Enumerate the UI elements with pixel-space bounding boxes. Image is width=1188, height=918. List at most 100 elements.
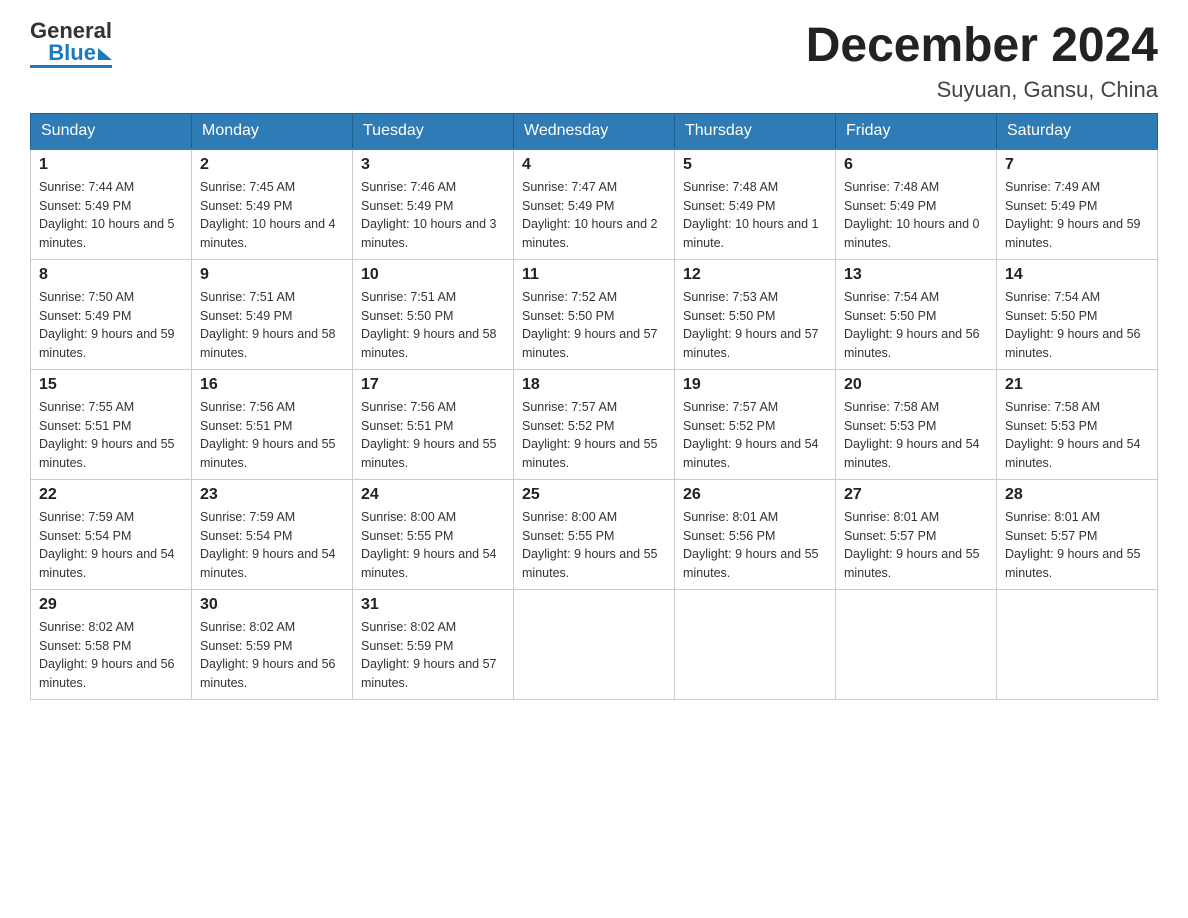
day-info: Sunrise: 7:51 AMSunset: 5:50 PMDaylight:… bbox=[361, 290, 497, 360]
calendar-table: SundayMondayTuesdayWednesdayThursdayFrid… bbox=[30, 113, 1158, 700]
calendar-week-3: 15 Sunrise: 7:55 AMSunset: 5:51 PMDaylig… bbox=[31, 369, 1158, 479]
day-number: 15 bbox=[39, 376, 183, 394]
calendar-week-2: 8 Sunrise: 7:50 AMSunset: 5:49 PMDayligh… bbox=[31, 259, 1158, 369]
day-number: 19 bbox=[683, 376, 827, 394]
day-info: Sunrise: 7:53 AMSunset: 5:50 PMDaylight:… bbox=[683, 290, 819, 360]
day-number: 30 bbox=[200, 596, 344, 614]
calendar-cell: 10 Sunrise: 7:51 AMSunset: 5:50 PMDaylig… bbox=[353, 259, 514, 369]
calendar-cell: 9 Sunrise: 7:51 AMSunset: 5:49 PMDayligh… bbox=[192, 259, 353, 369]
day-info: Sunrise: 8:02 AMSunset: 5:58 PMDaylight:… bbox=[39, 620, 175, 690]
calendar-cell: 12 Sunrise: 7:53 AMSunset: 5:50 PMDaylig… bbox=[675, 259, 836, 369]
calendar-cell: 21 Sunrise: 7:58 AMSunset: 5:53 PMDaylig… bbox=[997, 369, 1158, 479]
day-info: Sunrise: 7:55 AMSunset: 5:51 PMDaylight:… bbox=[39, 400, 175, 470]
day-number: 1 bbox=[39, 156, 183, 174]
day-number: 20 bbox=[844, 376, 988, 394]
calendar-cell: 6 Sunrise: 7:48 AMSunset: 5:49 PMDayligh… bbox=[836, 149, 997, 260]
day-info: Sunrise: 7:59 AMSunset: 5:54 PMDaylight:… bbox=[39, 510, 175, 580]
calendar-cell: 7 Sunrise: 7:49 AMSunset: 5:49 PMDayligh… bbox=[997, 149, 1158, 260]
day-number: 9 bbox=[200, 266, 344, 284]
page-header: General Blue December 2024 Suyuan, Gansu… bbox=[30, 20, 1158, 103]
day-number: 25 bbox=[522, 486, 666, 504]
day-info: Sunrise: 7:51 AMSunset: 5:49 PMDaylight:… bbox=[200, 290, 336, 360]
calendar-cell bbox=[675, 589, 836, 699]
day-info: Sunrise: 7:58 AMSunset: 5:53 PMDaylight:… bbox=[1005, 400, 1141, 470]
day-number: 27 bbox=[844, 486, 988, 504]
day-info: Sunrise: 7:48 AMSunset: 5:49 PMDaylight:… bbox=[844, 180, 980, 250]
calendar-cell: 26 Sunrise: 8:01 AMSunset: 5:56 PMDaylig… bbox=[675, 479, 836, 589]
page-subtitle: Suyuan, Gansu, China bbox=[806, 77, 1158, 103]
title-block: December 2024 Suyuan, Gansu, China bbox=[806, 20, 1158, 103]
calendar-cell: 18 Sunrise: 7:57 AMSunset: 5:52 PMDaylig… bbox=[514, 369, 675, 479]
calendar-cell: 8 Sunrise: 7:50 AMSunset: 5:49 PMDayligh… bbox=[31, 259, 192, 369]
calendar-cell: 17 Sunrise: 7:56 AMSunset: 5:51 PMDaylig… bbox=[353, 369, 514, 479]
calendar-header: SundayMondayTuesdayWednesdayThursdayFrid… bbox=[31, 113, 1158, 149]
calendar-cell: 28 Sunrise: 8:01 AMSunset: 5:57 PMDaylig… bbox=[997, 479, 1158, 589]
day-info: Sunrise: 7:50 AMSunset: 5:49 PMDaylight:… bbox=[39, 290, 175, 360]
day-number: 7 bbox=[1005, 156, 1149, 174]
day-number: 24 bbox=[361, 486, 505, 504]
day-info: Sunrise: 8:00 AMSunset: 5:55 PMDaylight:… bbox=[522, 510, 658, 580]
calendar-cell bbox=[514, 589, 675, 699]
day-info: Sunrise: 7:54 AMSunset: 5:50 PMDaylight:… bbox=[1005, 290, 1141, 360]
calendar-body: 1 Sunrise: 7:44 AMSunset: 5:49 PMDayligh… bbox=[31, 149, 1158, 700]
day-number: 10 bbox=[361, 266, 505, 284]
calendar-cell: 25 Sunrise: 8:00 AMSunset: 5:55 PMDaylig… bbox=[514, 479, 675, 589]
weekday-header-row: SundayMondayTuesdayWednesdayThursdayFrid… bbox=[31, 113, 1158, 149]
day-info: Sunrise: 7:47 AMSunset: 5:49 PMDaylight:… bbox=[522, 180, 658, 250]
weekday-header-monday: Monday bbox=[192, 113, 353, 149]
day-number: 12 bbox=[683, 266, 827, 284]
day-number: 26 bbox=[683, 486, 827, 504]
calendar-cell: 31 Sunrise: 8:02 AMSunset: 5:59 PMDaylig… bbox=[353, 589, 514, 699]
weekday-header-friday: Friday bbox=[836, 113, 997, 149]
day-info: Sunrise: 8:00 AMSunset: 5:55 PMDaylight:… bbox=[361, 510, 497, 580]
calendar-cell: 5 Sunrise: 7:48 AMSunset: 5:49 PMDayligh… bbox=[675, 149, 836, 260]
day-info: Sunrise: 8:01 AMSunset: 5:57 PMDaylight:… bbox=[1005, 510, 1141, 580]
weekday-header-tuesday: Tuesday bbox=[353, 113, 514, 149]
calendar-week-1: 1 Sunrise: 7:44 AMSunset: 5:49 PMDayligh… bbox=[31, 149, 1158, 260]
day-info: Sunrise: 7:45 AMSunset: 5:49 PMDaylight:… bbox=[200, 180, 336, 250]
day-number: 22 bbox=[39, 486, 183, 504]
calendar-week-5: 29 Sunrise: 8:02 AMSunset: 5:58 PMDaylig… bbox=[31, 589, 1158, 699]
day-number: 23 bbox=[200, 486, 344, 504]
weekday-header-wednesday: Wednesday bbox=[514, 113, 675, 149]
weekday-header-thursday: Thursday bbox=[675, 113, 836, 149]
day-info: Sunrise: 7:46 AMSunset: 5:49 PMDaylight:… bbox=[361, 180, 497, 250]
day-info: Sunrise: 7:57 AMSunset: 5:52 PMDaylight:… bbox=[683, 400, 819, 470]
day-number: 5 bbox=[683, 156, 827, 174]
day-info: Sunrise: 8:02 AMSunset: 5:59 PMDaylight:… bbox=[361, 620, 497, 690]
day-number: 6 bbox=[844, 156, 988, 174]
calendar-cell: 13 Sunrise: 7:54 AMSunset: 5:50 PMDaylig… bbox=[836, 259, 997, 369]
calendar-cell: 14 Sunrise: 7:54 AMSunset: 5:50 PMDaylig… bbox=[997, 259, 1158, 369]
day-info: Sunrise: 7:52 AMSunset: 5:50 PMDaylight:… bbox=[522, 290, 658, 360]
calendar-cell: 3 Sunrise: 7:46 AMSunset: 5:49 PMDayligh… bbox=[353, 149, 514, 260]
day-info: Sunrise: 7:56 AMSunset: 5:51 PMDaylight:… bbox=[200, 400, 336, 470]
logo-arrow-icon bbox=[98, 48, 112, 60]
calendar-cell bbox=[836, 589, 997, 699]
day-info: Sunrise: 7:59 AMSunset: 5:54 PMDaylight:… bbox=[200, 510, 336, 580]
day-info: Sunrise: 7:56 AMSunset: 5:51 PMDaylight:… bbox=[361, 400, 497, 470]
calendar-cell: 2 Sunrise: 7:45 AMSunset: 5:49 PMDayligh… bbox=[192, 149, 353, 260]
page-title: December 2024 bbox=[806, 20, 1158, 73]
calendar-cell: 30 Sunrise: 8:02 AMSunset: 5:59 PMDaylig… bbox=[192, 589, 353, 699]
day-number: 28 bbox=[1005, 486, 1149, 504]
day-info: Sunrise: 8:01 AMSunset: 5:57 PMDaylight:… bbox=[844, 510, 980, 580]
day-info: Sunrise: 7:48 AMSunset: 5:49 PMDaylight:… bbox=[683, 180, 819, 250]
day-info: Sunrise: 8:02 AMSunset: 5:59 PMDaylight:… bbox=[200, 620, 336, 690]
day-number: 21 bbox=[1005, 376, 1149, 394]
calendar-cell: 22 Sunrise: 7:59 AMSunset: 5:54 PMDaylig… bbox=[31, 479, 192, 589]
day-number: 16 bbox=[200, 376, 344, 394]
calendar-cell: 24 Sunrise: 8:00 AMSunset: 5:55 PMDaylig… bbox=[353, 479, 514, 589]
day-number: 3 bbox=[361, 156, 505, 174]
day-number: 29 bbox=[39, 596, 183, 614]
calendar-cell: 15 Sunrise: 7:55 AMSunset: 5:51 PMDaylig… bbox=[31, 369, 192, 479]
calendar-cell: 4 Sunrise: 7:47 AMSunset: 5:49 PMDayligh… bbox=[514, 149, 675, 260]
day-number: 13 bbox=[844, 266, 988, 284]
logo-blue-text: Blue bbox=[48, 42, 96, 64]
day-info: Sunrise: 7:49 AMSunset: 5:49 PMDaylight:… bbox=[1005, 180, 1141, 250]
calendar-cell: 27 Sunrise: 8:01 AMSunset: 5:57 PMDaylig… bbox=[836, 479, 997, 589]
calendar-cell: 29 Sunrise: 8:02 AMSunset: 5:58 PMDaylig… bbox=[31, 589, 192, 699]
day-info: Sunrise: 7:54 AMSunset: 5:50 PMDaylight:… bbox=[844, 290, 980, 360]
calendar-cell: 16 Sunrise: 7:56 AMSunset: 5:51 PMDaylig… bbox=[192, 369, 353, 479]
logo: General Blue bbox=[30, 20, 112, 68]
day-number: 31 bbox=[361, 596, 505, 614]
